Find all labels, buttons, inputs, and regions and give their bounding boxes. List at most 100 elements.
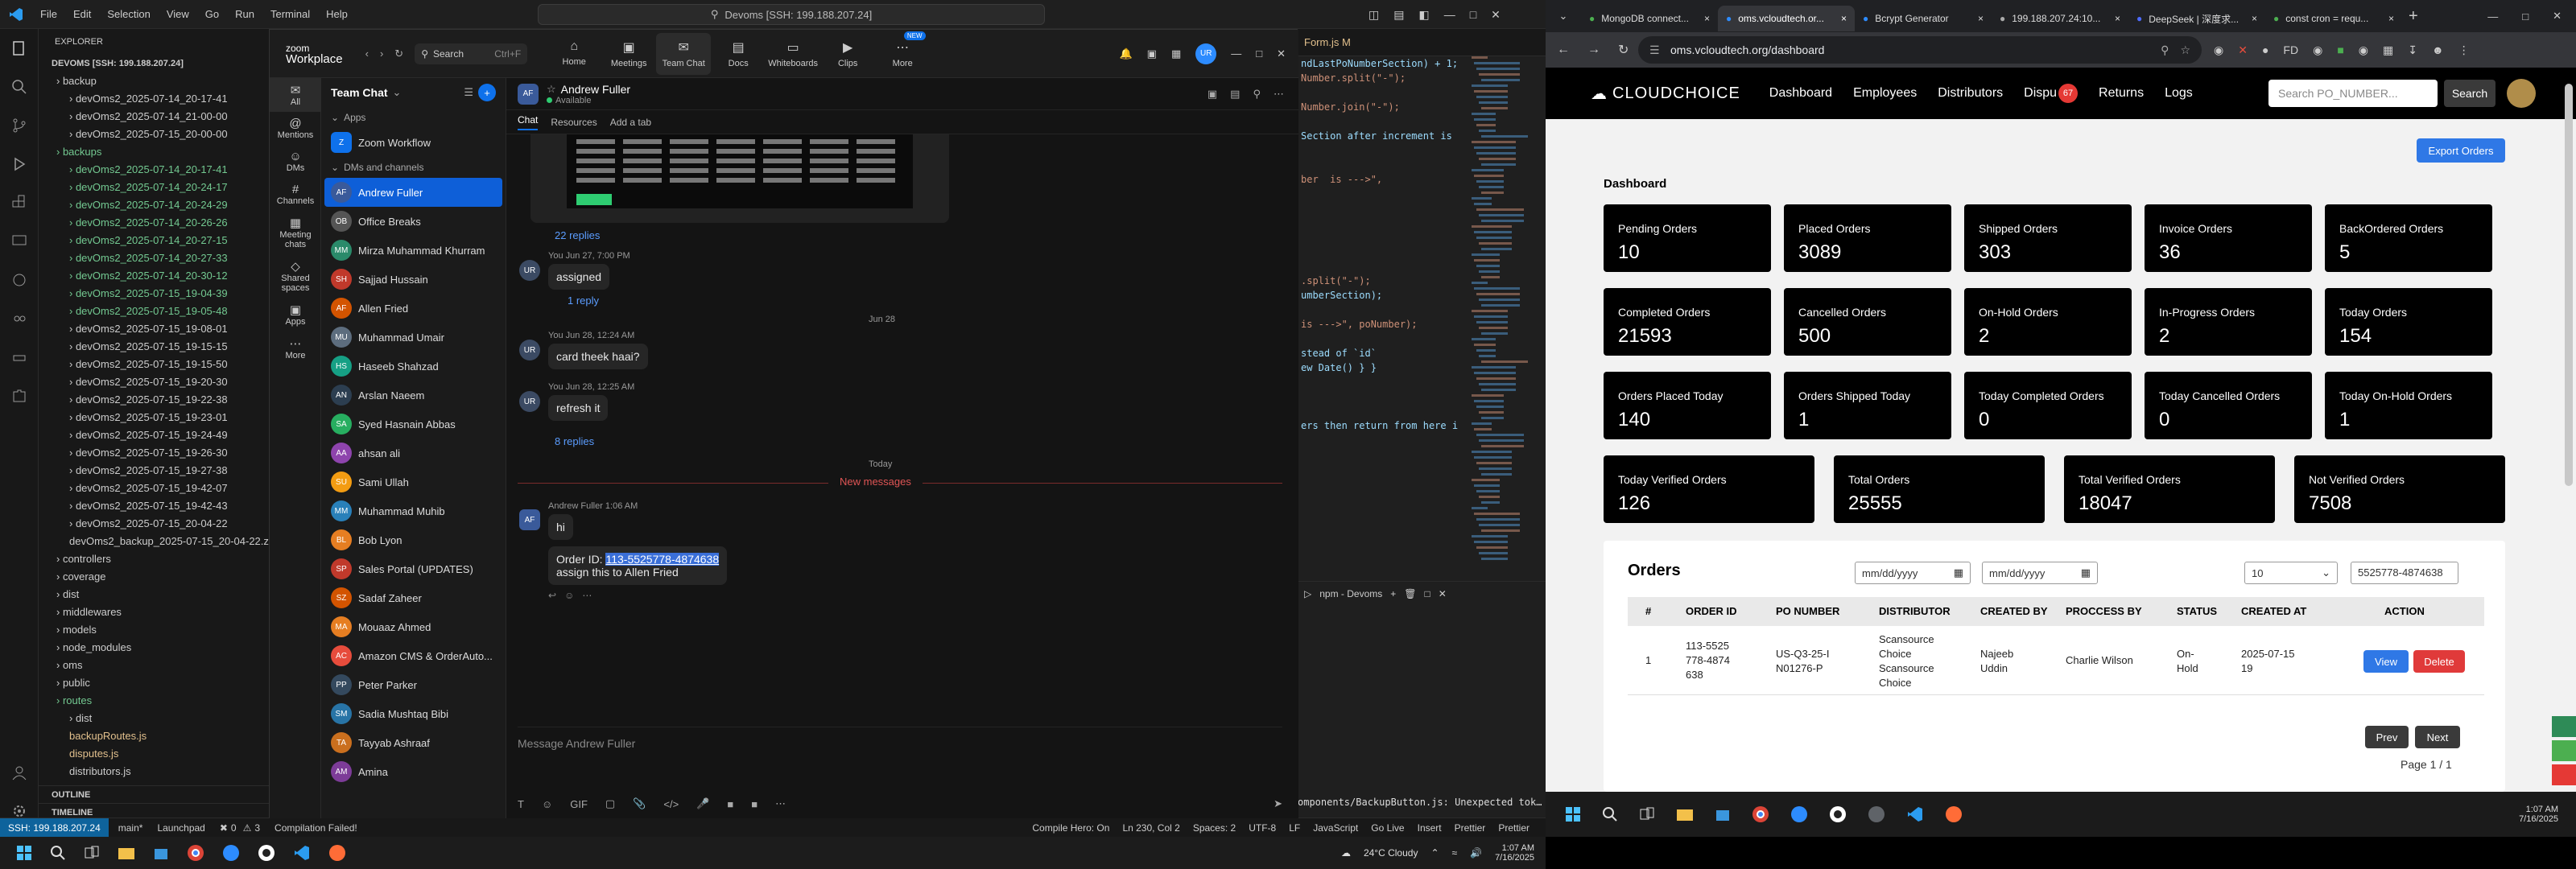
tree-item[interactable]: › dist — [39, 710, 269, 727]
menu-help[interactable]: Help — [318, 0, 356, 29]
contact-item[interactable]: AA ahsan ali — [324, 439, 502, 467]
nav-employees[interactable]: Employees — [1853, 86, 1917, 101]
maximize-icon[interactable]: □ — [1470, 8, 1476, 21]
search-icon[interactable] — [0, 68, 39, 106]
minimize-icon[interactable]: — — [1444, 8, 1455, 21]
prev-button[interactable]: Prev — [2365, 726, 2409, 748]
screen-share-icon[interactable]: ▣ — [1147, 47, 1157, 60]
message-bubble[interactable]: card theek haai? — [548, 344, 648, 369]
clock-time[interactable]: 1:07 AM — [2519, 805, 2558, 814]
tab-docs[interactable]: ▤ Docs — [711, 33, 766, 75]
store-icon[interactable] — [1715, 806, 1731, 822]
attach-icon[interactable]: 📎 — [633, 797, 646, 810]
close-icon[interactable]: ✕ — [2553, 10, 2562, 23]
apps-section[interactable]: ⌄ Apps — [321, 107, 506, 128]
eol[interactable]: LF — [1289, 822, 1300, 834]
close-tab-icon[interactable]: × — [1841, 13, 1847, 24]
gitlens-icon[interactable] — [0, 261, 39, 299]
po-search-button[interactable]: Search — [2444, 80, 2496, 107]
contact-item[interactable]: SA Syed Hasnain Abbas — [324, 410, 502, 439]
windows-start-icon[interactable] — [16, 845, 32, 861]
forward-icon[interactable]: → — [1587, 43, 1600, 57]
tree-item[interactable]: › oms — [39, 657, 269, 674]
tab-meetings[interactable]: ▣ Meetings — [601, 33, 656, 75]
run-debug-icon[interactable] — [0, 145, 39, 183]
wifi-icon[interactable]: ≈ — [1452, 847, 1458, 859]
extension-icon[interactable]: ● — [2262, 43, 2268, 56]
language-mode[interactable]: JavaScript — [1313, 822, 1358, 834]
task-view-icon[interactable] — [1639, 806, 1655, 822]
dms-section[interactable]: ⌄ DMs and channels — [321, 157, 506, 178]
mic-icon[interactable]: 🎤 — [696, 797, 709, 810]
source-control-icon[interactable] — [0, 106, 39, 145]
menu-terminal[interactable]: Terminal — [262, 0, 318, 29]
branch-status[interactable]: main* — [118, 822, 143, 834]
tab-more[interactable]: ⋯ More NEW — [875, 31, 930, 75]
contact-item[interactable]: MU Muhammad Umair — [324, 323, 502, 352]
remote-explorer-icon[interactable] — [0, 222, 39, 261]
contact-item[interactable]: SM Sadia Mushtaq Bibi — [324, 699, 502, 728]
tree-item[interactable]: › models — [39, 621, 269, 639]
maximize-icon[interactable]: □ — [2522, 10, 2529, 23]
order-filter-input[interactable]: 5525778-4874638 — [2351, 562, 2458, 584]
zoom-app-icon[interactable] — [222, 844, 240, 862]
postman-icon[interactable] — [1945, 805, 1963, 823]
zoom-workflow-item[interactable]: Z Zoom Workflow — [324, 128, 502, 157]
tree-item[interactable]: › devOms2_2025-07-14_21-00-00 — [39, 108, 269, 126]
browser-tab[interactable]: ● MongoDB connect... × — [1581, 6, 1718, 31]
format-icon[interactable]: T — [518, 798, 524, 810]
tree-item[interactable]: › middlewares — [39, 603, 269, 621]
avatar[interactable]: UR — [1195, 43, 1217, 64]
order-id-selected[interactable]: 113-5525778-4874638 — [605, 553, 720, 566]
account-icon[interactable] — [0, 753, 39, 792]
error-count[interactable]: 0 — [231, 822, 237, 834]
prettier-status[interactable]: Prettier — [1455, 822, 1486, 834]
contact-item[interactable]: HS Haseeb Shahzad — [324, 352, 502, 381]
app-icon[interactable] — [1868, 805, 1885, 823]
windows-start-icon[interactable] — [1565, 806, 1581, 822]
tree-item[interactable]: › devOms2_2025-07-15_19-22-38 — [39, 391, 269, 409]
start-date-input[interactable]: mm/dd/yyyy ▦ — [1855, 562, 1971, 584]
tree-item[interactable]: › devOms2_2025-07-14_20-17-41 — [39, 90, 269, 108]
browser-tab[interactable]: ● const cron = requ... × — [2265, 6, 2402, 31]
menu-kebab-icon[interactable]: ⋮ — [2458, 43, 2470, 57]
vscode-taskbar-icon[interactable] — [1906, 805, 1924, 823]
tree-item[interactable]: › devOms2_2025-07-15_19-23-01 — [39, 409, 269, 426]
chevron-up-icon[interactable]: ⌃ — [1430, 847, 1439, 859]
zoom-search[interactable]: ⚲ Search Ctrl+F — [415, 43, 528, 64]
new-tab-plus-icon[interactable]: + — [2409, 7, 2418, 26]
page-size-select[interactable]: 10 ⌄ — [2244, 562, 2338, 584]
emoji-icon[interactable]: ☺ — [564, 590, 574, 601]
tree-item[interactable]: › devOms2_2025-07-14_20-17-41 — [39, 161, 269, 179]
tree-item[interactable]: › devOms2_2025-07-15_19-26-30 — [39, 444, 269, 462]
tree-item[interactable]: › devOms2_2025-07-15_19-04-39 — [39, 285, 269, 303]
send-icon[interactable]: ➤ — [1274, 797, 1282, 810]
tree-item[interactable]: distributors.js — [39, 763, 269, 780]
video-icon[interactable]: ▣ — [1208, 88, 1217, 101]
apps-grid-icon[interactable]: ▦ — [1171, 47, 1181, 60]
tree-item[interactable]: › devOms2_2025-07-15_19-42-07 — [39, 480, 269, 497]
sidebar-icon[interactable]: ◧ — [1418, 8, 1429, 22]
tree-item[interactable]: › devOms2_2025-07-14_20-24-29 — [39, 196, 269, 214]
user-avatar[interactable] — [2507, 79, 2536, 108]
contact-item[interactable]: BL Bob Lyon — [324, 525, 502, 554]
emoji-icon[interactable]: ☺ — [542, 798, 552, 810]
table-row[interactable]: 1 113-5525778-4874638 US-Q3-25-IN01276-P… — [1628, 626, 2484, 695]
app-icon[interactable]: ■ — [751, 798, 758, 810]
contact-item[interactable]: TA Tayyab Ashraaf — [324, 728, 502, 757]
terminal-label[interactable]: npm - Devoms — [1319, 588, 1382, 599]
tree-item[interactable]: › devOms2_2025-07-15_19-08-01 — [39, 320, 269, 338]
zoom-lens-icon[interactable]: ⚲ — [2161, 43, 2169, 57]
browser-tab[interactable]: ● DeepSeek | 深度求... × — [2128, 6, 2265, 31]
chat-tab[interactable]: Chat — [518, 114, 539, 130]
tree-item[interactable]: › devOms2_2025-07-14_20-27-33 — [39, 249, 269, 267]
indentation[interactable]: Spaces: 2 — [1193, 822, 1236, 834]
close-tab-icon[interactable]: × — [1978, 13, 1984, 24]
search-icon[interactable] — [50, 845, 66, 861]
message-bubble[interactable]: refresh it — [548, 395, 609, 421]
tree-item[interactable]: disputes.js — [39, 745, 269, 763]
message-composer[interactable]: Message Andrew Fuller — [518, 727, 1282, 759]
launchpad-status[interactable]: Launchpad — [157, 822, 204, 834]
menu-view[interactable]: View — [159, 0, 197, 29]
tree-item[interactable]: › devOms2_2025-07-15_20-04-22 — [39, 515, 269, 533]
